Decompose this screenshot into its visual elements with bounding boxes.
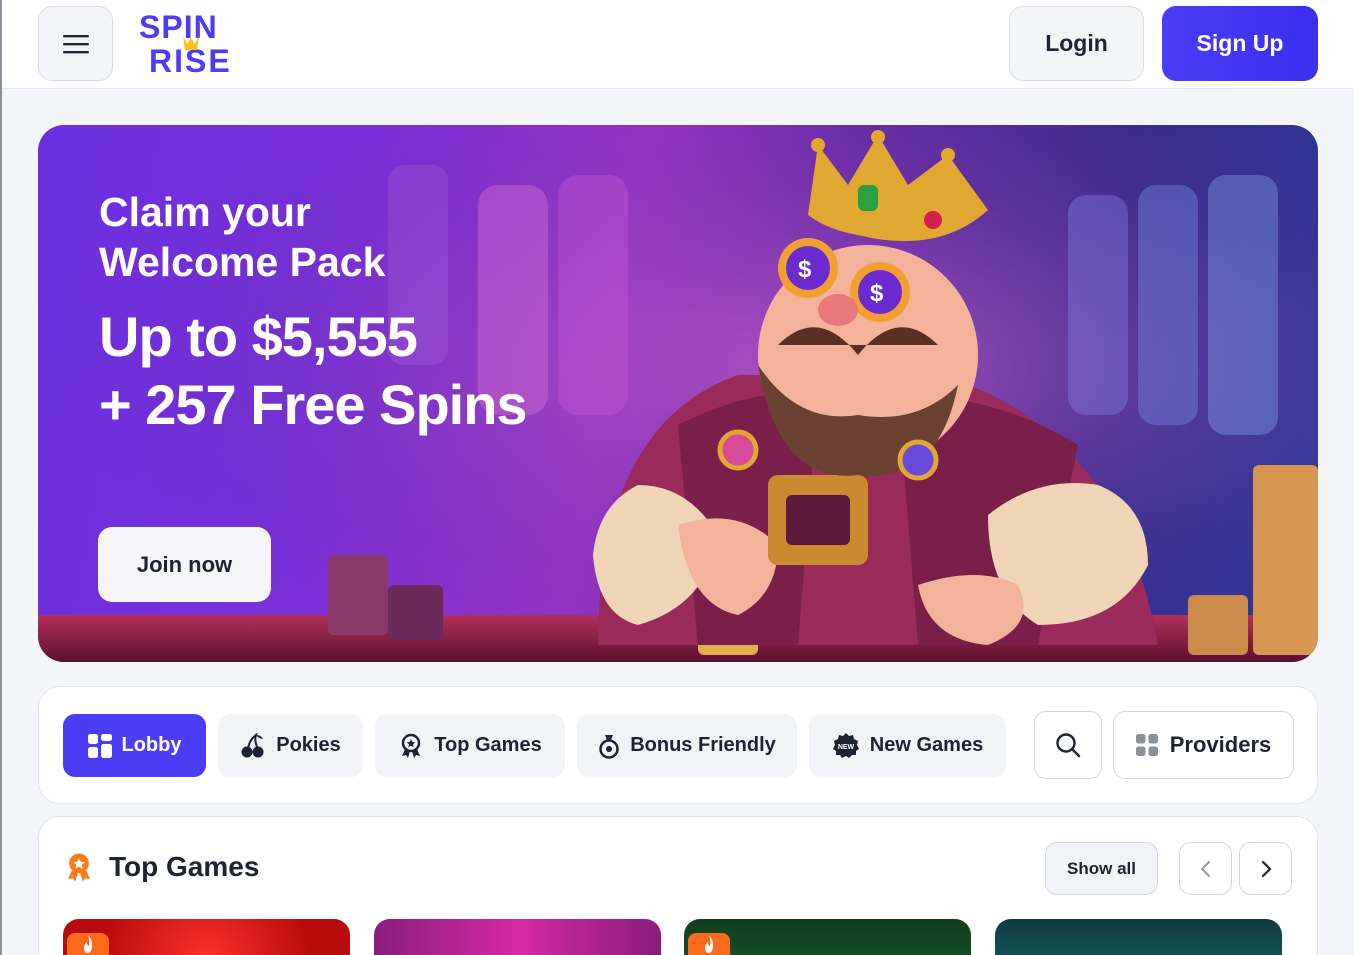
tab-new-games[interactable]: NEW New Games [809, 714, 1006, 777]
hero-offer-line-2: + 257 Free Spins [99, 373, 528, 436]
svg-text:$: $ [870, 280, 884, 307]
svg-text:SPIN: SPIN [139, 10, 218, 45]
search-icon [1056, 733, 1081, 758]
hot-badge [67, 933, 109, 955]
signup-button[interactable]: Sign Up [1162, 6, 1318, 81]
tab-lobby-label: Lobby [121, 734, 182, 756]
game-card[interactable] [63, 919, 350, 955]
show-all-button[interactable]: Show all [1045, 842, 1158, 895]
cherries-icon [241, 732, 264, 757]
providers-label: Providers [1169, 732, 1272, 757]
chevron-right-icon [1261, 860, 1271, 877]
top-games-section: Top Games Show all [38, 816, 1318, 955]
hamburger-icon [62, 34, 89, 53]
tab-pokies[interactable]: Pokies [218, 714, 363, 777]
svg-text:NEW: NEW [838, 744, 855, 751]
hero-offer: Up to $5,555 + 257 Free Spins [99, 303, 599, 439]
game-card[interactable] [684, 919, 971, 955]
hero-offer-line-1: Up to $5,555 [99, 305, 418, 368]
tab-new-games-label: New Games [869, 734, 984, 756]
carousel-prev-button[interactable] [1179, 842, 1232, 895]
welcome-banner[interactable]: $ $ Claim your Welcome Pack Up to $5,555… [38, 125, 1318, 662]
flame-icon [84, 935, 93, 953]
tab-bonus-friendly[interactable]: Bonus Friendly [577, 714, 797, 777]
spinrise-logo[interactable]: SPIN RISE [137, 9, 249, 79]
money-bag-icon [599, 734, 619, 759]
menu-button[interactable] [38, 6, 113, 81]
hero-title-line-2: Welcome Pack [99, 239, 386, 285]
search-button[interactable] [1034, 711, 1102, 779]
tab-top-games-label: Top Games [434, 734, 542, 756]
section-title: Top Games [109, 851, 260, 882]
providers-button[interactable]: Providers [1113, 711, 1294, 779]
join-now-button[interactable]: Join now [98, 527, 271, 602]
hot-badge [688, 933, 730, 955]
tab-top-games[interactable]: Top Games [375, 714, 565, 777]
award-icon [402, 733, 421, 758]
login-button[interactable]: Login [1009, 6, 1144, 81]
grid-icon [87, 733, 112, 758]
hero-title-line-1: Claim your [99, 189, 311, 235]
tab-bonus-friendly-label: Bonus Friendly [630, 734, 776, 756]
svg-text:$: $ [798, 256, 812, 283]
new-badge-icon: NEW [832, 732, 859, 758]
window-edge [0, 0, 2, 955]
top-header: SPIN RISE Login Sign Up [2, 0, 1354, 89]
hero-title: Claim your Welcome Pack [99, 187, 479, 287]
game-card[interactable] [374, 919, 661, 955]
chevron-left-icon [1200, 860, 1210, 877]
providers-grid-icon [1135, 734, 1158, 756]
award-icon [67, 853, 91, 882]
tab-lobby[interactable]: Lobby [63, 714, 206, 777]
flame-icon [705, 935, 714, 953]
section-header: Top Games [63, 851, 259, 883]
category-bar: Lobby Pokies Top Games Bonus Friendly NE… [38, 686, 1318, 804]
tab-pokies-label: Pokies [276, 734, 341, 756]
game-card[interactable] [995, 919, 1282, 955]
carousel-next-button[interactable] [1239, 842, 1292, 895]
